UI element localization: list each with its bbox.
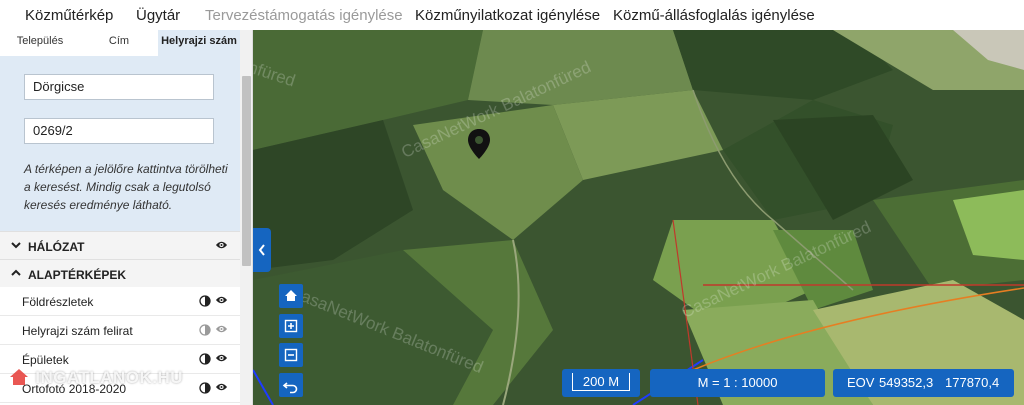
contrast-icon[interactable]	[199, 295, 211, 307]
home-button[interactable]	[279, 284, 303, 308]
site-watermark: INGATLANOK.HU	[8, 368, 183, 390]
search-tabs: Település Cím Helyrajzi szám	[0, 30, 240, 56]
eye-icon[interactable]	[215, 382, 228, 392]
section-alapterkepek[interactable]: ALAPTÉRKÉPEK	[0, 259, 240, 287]
settlement-input[interactable]: Dörgicse	[24, 74, 214, 100]
zoom-in-button[interactable]	[279, 314, 303, 338]
tab-helyrajzi-szam[interactable]: Helyrajzi szám	[158, 30, 240, 56]
search-panel: Dörgicse 0269/2 A térképen a jelölőre ka…	[0, 56, 240, 231]
house-logo-icon	[10, 369, 28, 385]
orthophoto-layer	[253, 30, 1024, 405]
map-marker-icon[interactable]	[467, 128, 491, 165]
nav-kozmu-allasfoglalas[interactable]: Közmű-állásfoglalás igénylése	[613, 7, 815, 24]
undo-icon	[282, 382, 298, 394]
layer-label: Helyrajzi szám felirat	[22, 324, 133, 338]
layer-helyrajzi-szam-felirat[interactable]: Helyrajzi szám felirat	[0, 316, 240, 345]
map-scale-ratio: M = 1 : 10000	[650, 369, 825, 397]
contrast-icon[interactable]	[199, 324, 211, 336]
map-view[interactable]: CasaNetWork Balatonfüred CasaNetWork Bal…	[253, 30, 1024, 405]
contrast-icon[interactable]	[199, 382, 211, 394]
sidebar: Település Cím Helyrajzi szám Dörgicse 02…	[0, 30, 253, 405]
eye-icon[interactable]	[215, 295, 228, 305]
layer-label: Épületek	[22, 353, 69, 367]
chevron-up-icon	[11, 269, 21, 276]
zoom-in-icon	[284, 319, 298, 333]
zoom-out-button[interactable]	[279, 343, 303, 367]
watermark-text: INGATLANOK.HU	[35, 368, 184, 387]
eov-label: EOV	[847, 375, 875, 390]
chevron-left-icon	[258, 244, 265, 256]
home-icon	[285, 290, 297, 301]
layer-foldreszletek[interactable]: Földrészletek	[0, 287, 240, 316]
back-button[interactable]	[279, 373, 303, 397]
eye-icon[interactable]	[215, 353, 228, 363]
scrollbar-thumb[interactable]	[242, 76, 251, 266]
section-label: ALAPTÉRKÉPEK	[28, 268, 127, 282]
eov-x: 549352,3	[879, 375, 934, 390]
nav-kozmuterkep[interactable]: Közműtérkép	[25, 7, 113, 24]
tab-cim[interactable]: Cím	[80, 30, 158, 56]
top-navigation: Közműtérkép Ügytár Tervezéstámogatás igé…	[0, 0, 1024, 30]
nav-kozmunyilatkozat[interactable]: Közműnyilatkozat igénylése	[415, 7, 600, 24]
tab-telepules[interactable]: Település	[0, 30, 80, 56]
scale-label: 200 M	[572, 373, 630, 391]
scale-bar: 200 M	[562, 369, 640, 397]
section-label: HÁLÓZAT	[28, 240, 85, 254]
eov-y: 177870,4	[945, 375, 1000, 390]
zoom-out-icon	[284, 348, 298, 362]
section-halozat[interactable]: HÁLÓZAT	[0, 231, 240, 259]
sidebar-scrollbar[interactable]	[240, 30, 252, 405]
nav-ugytar[interactable]: Ügytár	[136, 7, 180, 24]
sidebar-collapse-button[interactable]	[253, 228, 271, 272]
eye-icon[interactable]	[215, 324, 228, 334]
parcel-number-input[interactable]: 0269/2	[24, 118, 214, 144]
search-hint: A térképen a jelölőre kattintva törölhet…	[24, 162, 228, 212]
eov-coordinates: EOV 549352,3 177870,4	[833, 369, 1014, 397]
layer-label: Földrészletek	[22, 295, 94, 309]
eye-icon[interactable]	[215, 240, 228, 250]
chevron-down-icon	[11, 242, 21, 249]
nav-tervezestamogatas: Tervezéstámogatás igénylése	[205, 7, 403, 24]
contrast-icon[interactable]	[199, 353, 211, 365]
